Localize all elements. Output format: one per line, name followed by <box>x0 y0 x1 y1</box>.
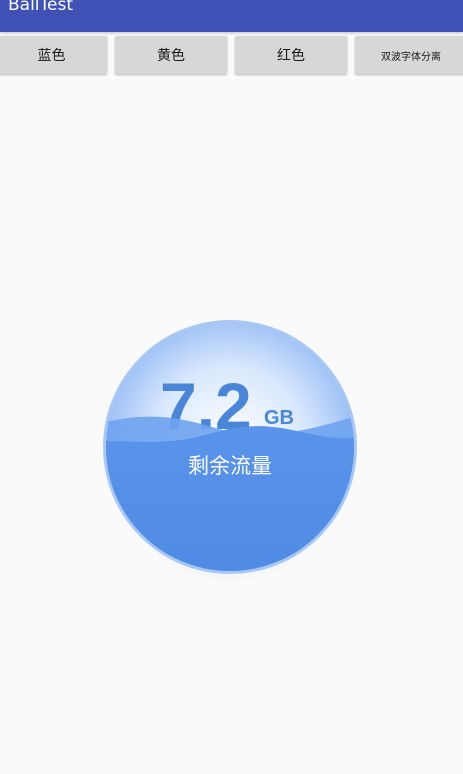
double-wave-separate-font-button[interactable]: 双波字体分离 <box>355 36 463 74</box>
app-title: BallTest <box>8 0 74 15</box>
ball-graphic: 7.2 GB 剩余流量 <box>103 320 357 574</box>
remaining-traffic-label: 剩余流量 <box>188 454 272 478</box>
yellow-button[interactable]: 黄色 <box>115 36 227 74</box>
blue-button[interactable]: 蓝色 <box>0 36 107 74</box>
front-wave <box>106 426 354 571</box>
app-bar: BallTest <box>0 0 463 32</box>
traffic-wave-ball: 7.2 GB 剩余流量 <box>102 319 358 585</box>
remaining-unit: GB <box>264 407 294 429</box>
red-button[interactable]: 红色 <box>235 36 347 74</box>
